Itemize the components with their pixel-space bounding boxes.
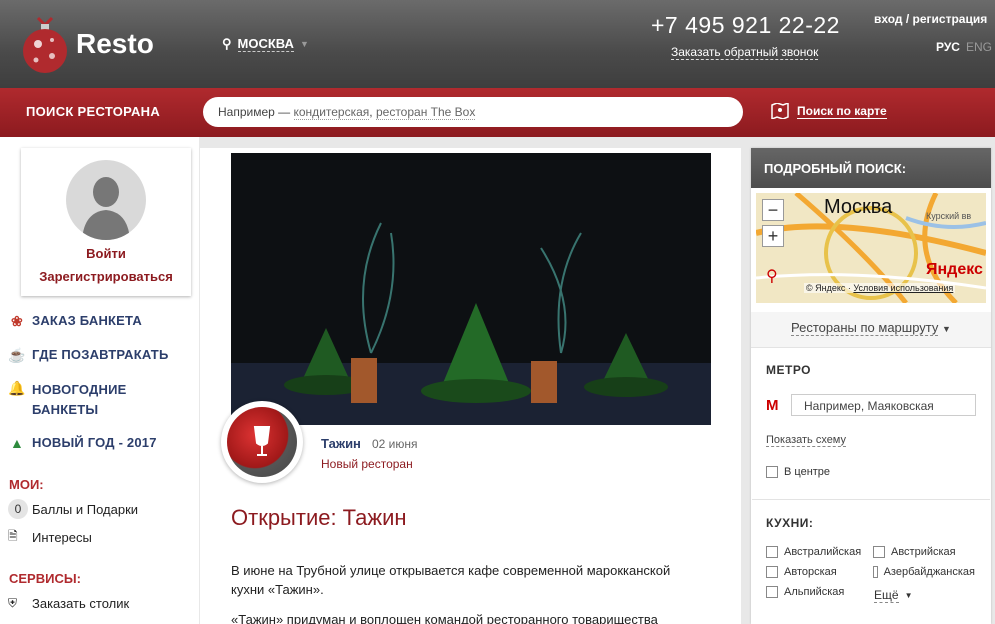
services-heading: СЕРВИСЫ: bbox=[9, 571, 81, 586]
article-title[interactable]: Открытие: Тажин bbox=[231, 505, 407, 531]
christmas-ball-logo-icon[interactable] bbox=[22, 16, 68, 74]
document-icon: 🗎 bbox=[8, 529, 18, 543]
lang-ru[interactable]: РУС bbox=[936, 40, 960, 54]
mini-map[interactable]: − + Москва Курский вв Яндекс ⚲ © Яндекс … bbox=[756, 193, 986, 303]
logo-text[interactable]: Resto bbox=[76, 28, 154, 60]
interests-link[interactable]: 🗎 Интересы bbox=[8, 527, 92, 548]
detailed-search-heading: ПОДРОБНЫЙ ПОИСК: bbox=[751, 148, 991, 188]
coffee-cup-icon: ☕ bbox=[8, 347, 26, 363]
map-copyright: © Яндекс · Условия использования bbox=[804, 283, 956, 293]
metro-input[interactable]: Например, Маяковская bbox=[791, 394, 976, 416]
tree-icon: ▲ bbox=[9, 435, 25, 451]
avatar bbox=[66, 160, 146, 240]
nav-breakfast[interactable]: ☕ ГДЕ ПОЗАВТРАКАТЬ bbox=[8, 347, 169, 364]
city-selector[interactable]: ⚲ МОСКВА ▼ bbox=[222, 36, 309, 52]
search-example-2[interactable]: ресторан The Box bbox=[375, 105, 476, 120]
location-pin-icon: ⚲ bbox=[222, 36, 232, 51]
user-silhouette-icon bbox=[82, 177, 130, 240]
cuisine-checkbox-azerbaijani[interactable]: Азербайджанская bbox=[873, 566, 975, 578]
article-hero-image[interactable] bbox=[231, 153, 711, 425]
map-terms-link[interactable]: Условия использования bbox=[853, 283, 953, 293]
language-switch: РУС ENG bbox=[936, 40, 992, 54]
profile-card: Войти Зарегистрироваться bbox=[21, 148, 191, 296]
map-icon bbox=[771, 103, 789, 119]
map-search-link[interactable]: Поиск по карте bbox=[771, 103, 887, 119]
search-placeholder-prefix: Например — bbox=[218, 105, 291, 119]
points-count-badge: 0 bbox=[8, 499, 28, 519]
nav-newyear-2017[interactable]: ▲ НОВЫЙ ГОД - 2017 bbox=[8, 435, 157, 451]
login-register-link[interactable]: вход / регистрация bbox=[874, 12, 987, 26]
cuisine-checkbox-austrian[interactable]: Австрийская bbox=[873, 546, 977, 558]
cuisine-label: КУХНИ: bbox=[766, 516, 814, 530]
bow-icon: ❀ bbox=[11, 313, 23, 329]
search-label: ПОИСК РЕСТОРАНА bbox=[26, 104, 161, 119]
yandex-logo: Яндекс bbox=[926, 261, 983, 278]
divider bbox=[752, 499, 990, 500]
book-table-link[interactable]: ⛨ Заказать столик bbox=[8, 596, 129, 611]
cuisine-checkbox-australian[interactable]: Австралийская bbox=[766, 546, 861, 558]
article-paragraph-2: «Тажин» придуман и воплощен командой рес… bbox=[231, 612, 658, 624]
route-search-dropdown[interactable]: Рестораны по маршруту ▼ bbox=[751, 312, 991, 348]
metro-label: МЕТРО bbox=[766, 363, 812, 377]
register-link[interactable]: Зарегистрироваться bbox=[21, 269, 191, 284]
checkbox[interactable] bbox=[766, 466, 778, 478]
article-date: 02 июня bbox=[372, 437, 418, 451]
zoom-in-button[interactable]: + bbox=[762, 225, 784, 247]
table-icon: ⛨ bbox=[8, 596, 18, 610]
tagine-photo bbox=[231, 153, 711, 425]
nav-newyear-banquets[interactable]: 🔔 НОВОГОДНИЕ БАНКЕТЫ bbox=[8, 380, 126, 420]
map-district-label: Курский вв bbox=[926, 211, 972, 221]
callback-link[interactable]: Заказать обратный звонок bbox=[671, 45, 819, 60]
nav-banquet[interactable]: ❀ ЗАКАЗ БАНКЕТА bbox=[8, 313, 142, 330]
restaurant-name-link[interactable]: Тажин bbox=[321, 436, 361, 451]
lang-en[interactable]: ENG bbox=[966, 40, 992, 54]
chevron-down-icon: ▼ bbox=[904, 591, 913, 600]
phone-number: +7 495 921 22-22 bbox=[651, 12, 840, 38]
city-name: МОСКВА bbox=[237, 36, 294, 52]
more-cuisines-link[interactable]: Ещё ▼ bbox=[874, 588, 912, 603]
chevron-down-icon: ▼ bbox=[942, 324, 951, 334]
map-pin-icon: ⚲ bbox=[766, 268, 778, 285]
restaurant-logo[interactable] bbox=[221, 401, 303, 483]
metro-icon: M bbox=[766, 397, 779, 414]
points-gifts-link[interactable]: 0 Баллы и Подарки bbox=[8, 499, 138, 519]
my-heading: МОИ: bbox=[9, 477, 44, 492]
zoom-out-button[interactable]: − bbox=[762, 199, 784, 221]
cuisine-checkbox-authors[interactable]: Авторская bbox=[766, 566, 837, 578]
map-search-label: Поиск по карте bbox=[797, 103, 887, 119]
search-input[interactable]: Например — кондитерская, ресторан The Bo… bbox=[203, 97, 743, 127]
show-scheme-link[interactable]: Показать схему bbox=[766, 434, 846, 447]
bells-icon: 🔔 bbox=[8, 380, 26, 396]
cuisine-checkbox-alpine[interactable]: Альпийская bbox=[766, 586, 844, 598]
article-tag[interactable]: Новый ресторан bbox=[321, 457, 413, 471]
map-city-label: Москва bbox=[824, 196, 893, 218]
article-paragraph-1: В июне на Трубной улице открывается кафе… bbox=[231, 563, 671, 597]
wine-glass-icon bbox=[227, 407, 297, 477]
login-link[interactable]: Войти bbox=[21, 246, 191, 261]
chevron-down-icon: ▼ bbox=[299, 39, 309, 49]
search-example-1[interactable]: кондитерская bbox=[293, 105, 370, 120]
center-checkbox[interactable]: В центре bbox=[766, 466, 830, 478]
